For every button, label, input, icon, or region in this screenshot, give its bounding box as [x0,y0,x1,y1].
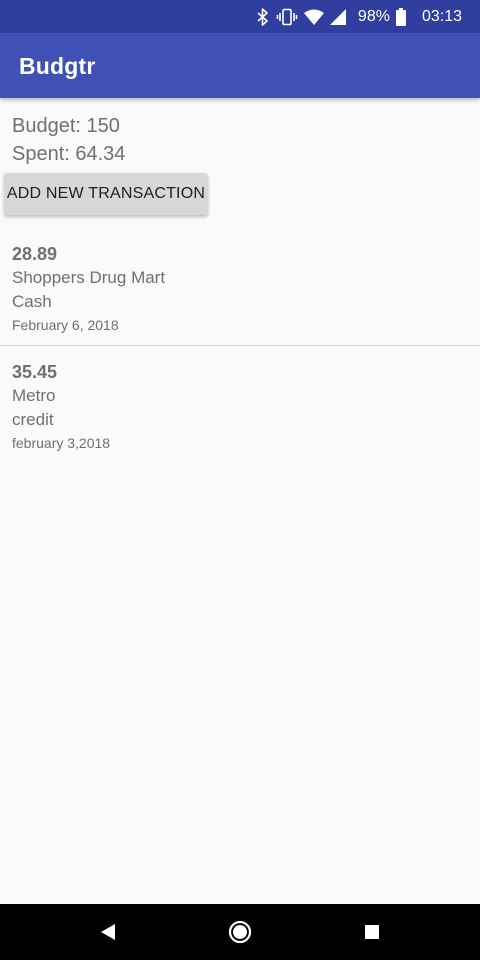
status-icons: 98% 03:13 [256,0,462,33]
list-divider [0,345,480,346]
transaction-store: Metro [12,386,56,405]
home-icon[interactable] [226,918,254,946]
transaction-date: February 6, 2018 [12,317,119,333]
transaction-amount: 35.45 [12,362,58,382]
recents-icon[interactable] [358,918,386,946]
transaction-method: credit [12,410,54,429]
spent-label: Spent: 64.34 [12,143,126,165]
signal-icon [329,8,346,25]
transaction-date: february 3,2018 [12,435,111,451]
budget-label: Budget: 150 [12,115,120,137]
back-icon[interactable] [94,918,122,946]
bluetooth-icon [256,7,270,26]
clock: 03:13 [421,8,462,25]
battery-percentage: 98% [357,8,390,25]
navigation-bar [0,904,480,960]
app-bar: Budgtr [0,33,480,98]
transaction-method: Cash [12,292,52,311]
status-bar: 98% 03:13 [0,0,480,33]
vibrate-icon [276,8,298,26]
app-title: Budgtr [19,53,96,79]
budget-summary: Budget: 150 Spent: 64.34 [12,112,125,168]
battery-icon [395,7,406,26]
transaction-store: Shoppers Drug Mart [12,268,166,287]
wifi-icon [303,9,324,25]
add-transaction-button[interactable]: ADD NEW TRANSACTION [4,173,208,215]
transaction-amount: 28.89 [12,244,58,264]
